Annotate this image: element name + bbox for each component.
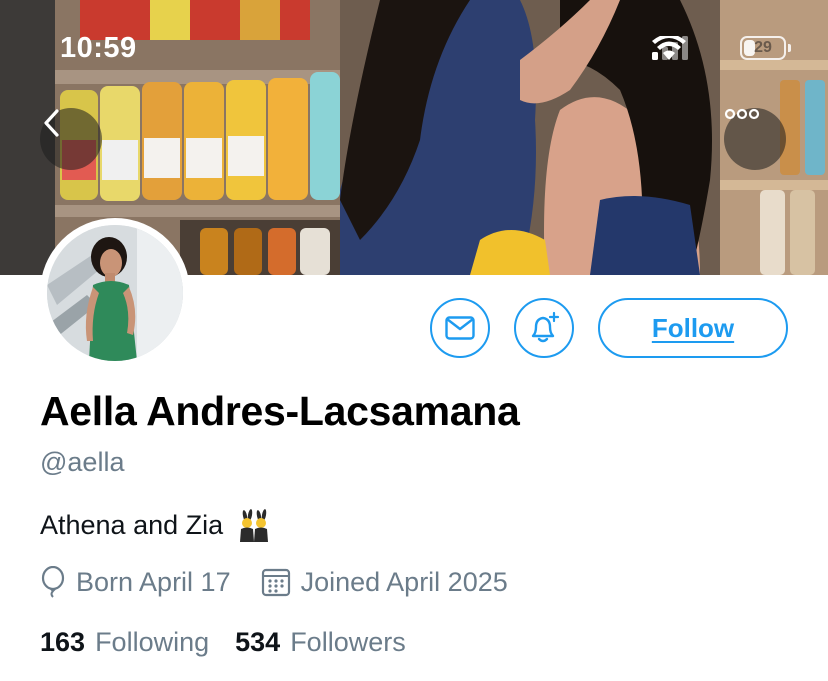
more-options-button[interactable] — [724, 108, 786, 170]
status-bar: 10:59 29 — [0, 0, 828, 100]
message-button[interactable] — [430, 298, 490, 358]
avatar-photo — [47, 225, 183, 361]
followers-label: Followers — [290, 627, 406, 657]
display-name: Aella Andres-Lacsamana — [40, 388, 520, 434]
back-button[interactable] — [40, 108, 102, 170]
bell-plus-icon — [531, 311, 560, 343]
more-dots-icon — [724, 108, 760, 120]
status-icons: 29 — [652, 36, 812, 62]
birthday-text: Born April 17 — [76, 566, 231, 597]
profile-meta: Born April 17 Joined April 2025 — [40, 565, 508, 599]
envelope-icon — [445, 316, 475, 340]
following-link[interactable]: 163 Following — [40, 627, 209, 658]
birthday-item: Born April 17 — [40, 566, 231, 598]
user-handle: @aella — [40, 447, 125, 477]
bunny-ears-emoji-icon — [233, 507, 273, 543]
avatar-image — [47, 225, 183, 361]
following-count: 163 — [40, 627, 86, 657]
battery-cap — [788, 44, 791, 52]
following-label: Following — [95, 627, 210, 657]
battery-percent: 29 — [754, 39, 772, 56]
calendar-icon — [261, 567, 291, 597]
joined-item: Joined April 2025 — [261, 567, 508, 598]
balloon-icon — [40, 566, 66, 598]
followers-count: 534 — [235, 627, 281, 657]
battery-icon: 29 — [740, 36, 786, 60]
wifi-icon — [652, 36, 686, 60]
follow-stats: 163 Following 534 Followers — [40, 627, 406, 658]
chevron-left-icon — [44, 109, 59, 137]
joined-text: Joined April 2025 — [300, 566, 508, 597]
notifications-button[interactable] — [514, 298, 574, 358]
bio: Athena and Zia — [40, 507, 273, 543]
status-time: 10:59 — [60, 32, 137, 64]
followers-link[interactable]: 534 Followers — [235, 627, 406, 658]
bio-text: Athena and Zia — [40, 509, 224, 540]
follow-button[interactable]: Follow — [598, 298, 788, 358]
avatar[interactable] — [40, 218, 190, 368]
